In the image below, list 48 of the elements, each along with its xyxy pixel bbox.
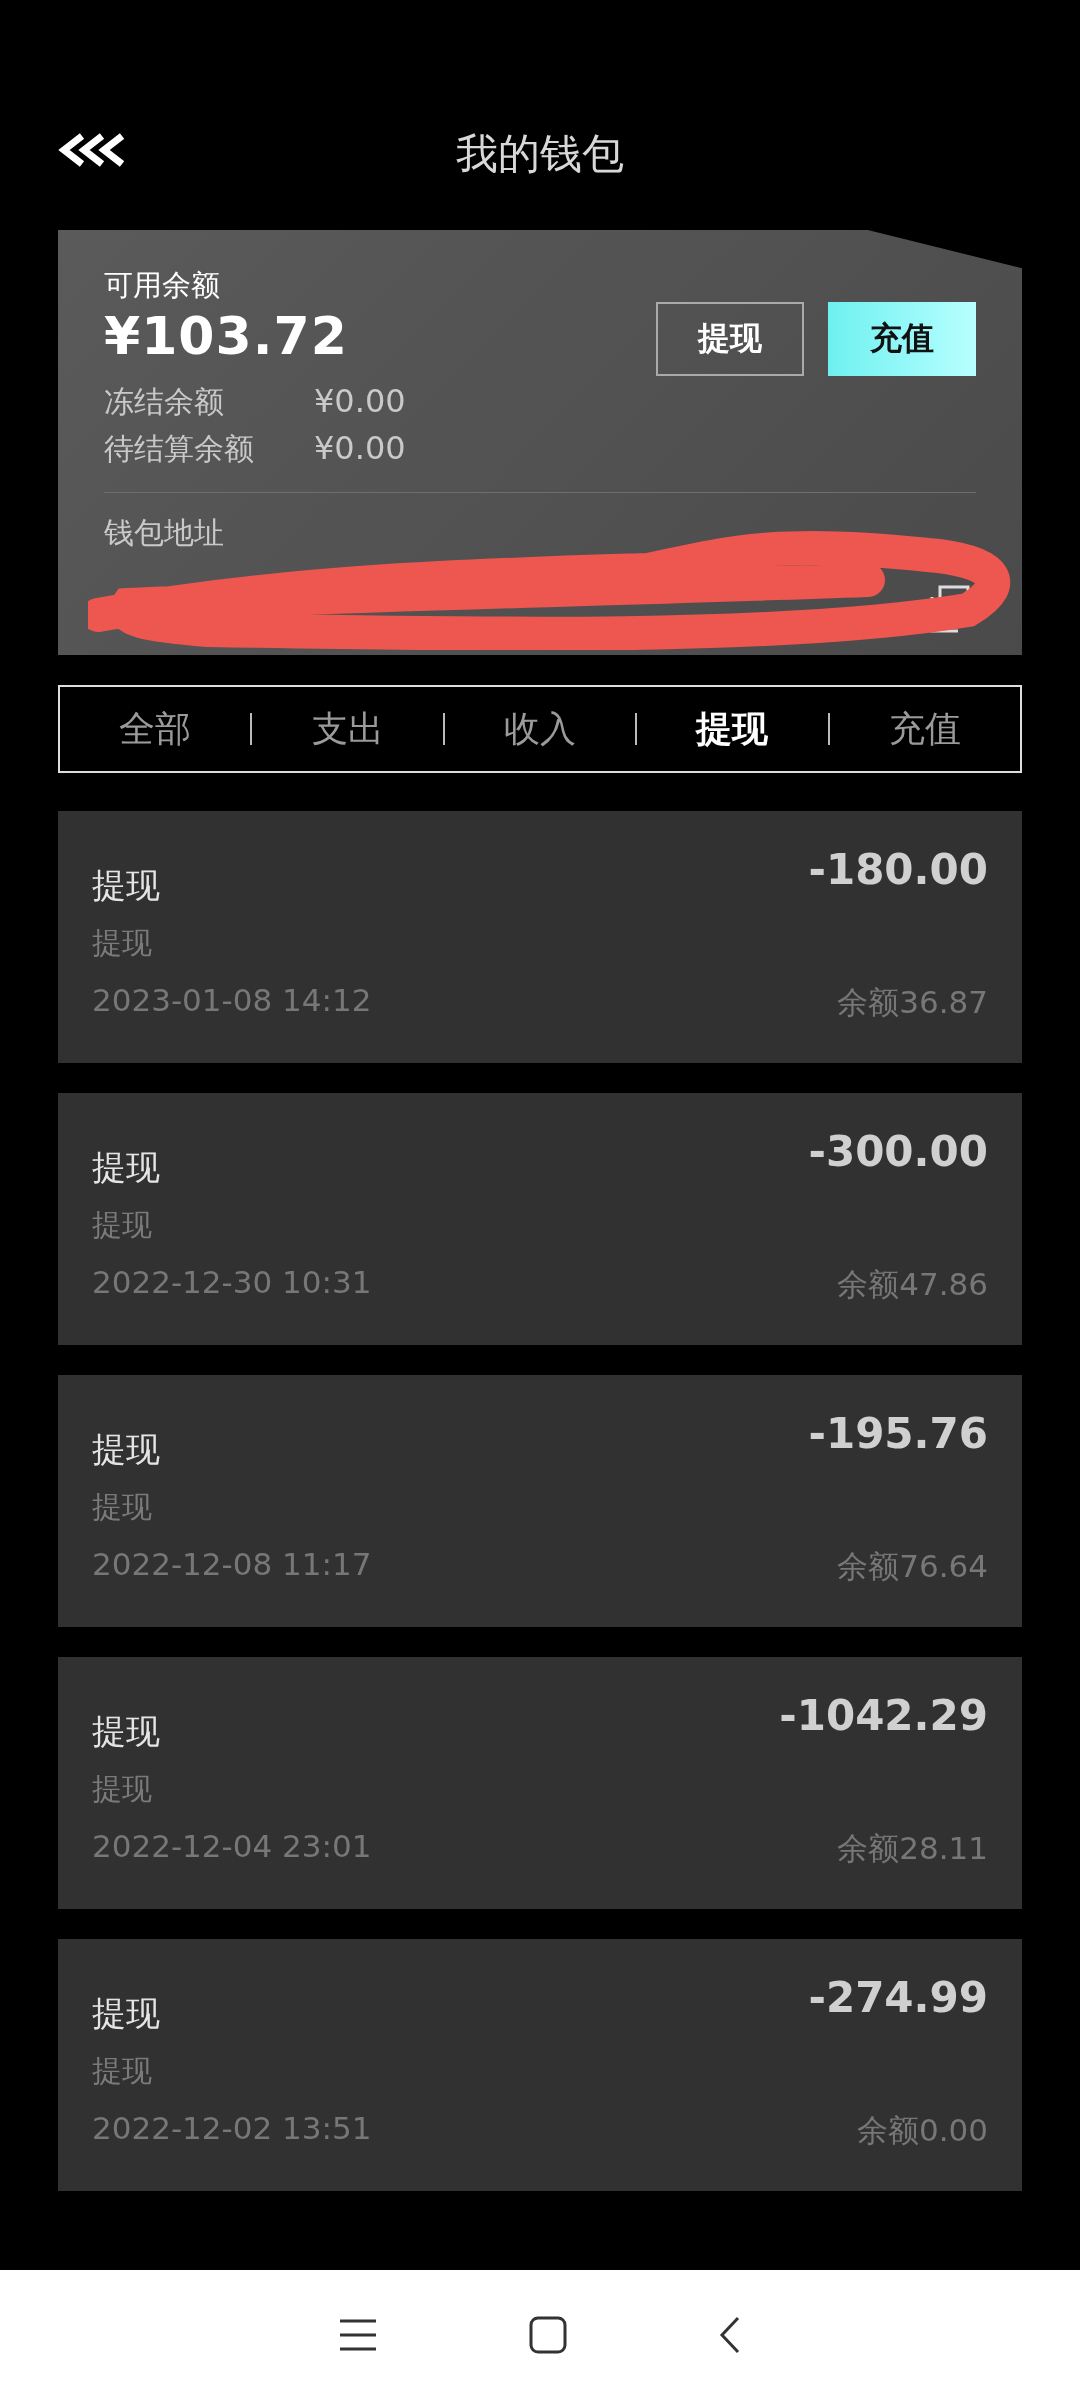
back-button[interactable] <box>58 132 124 168</box>
record-amount: -180.00 <box>808 845 988 894</box>
record-amount: -1042.29 <box>779 1691 988 1740</box>
filter-tab[interactable]: 提现 <box>637 703 828 755</box>
record-amount: -300.00 <box>808 1127 988 1176</box>
record-amount: -195.76 <box>808 1409 988 1458</box>
record-title: 提现 <box>92 1146 160 1189</box>
square-icon <box>528 2315 568 2355</box>
balance-value: ¥0.00 <box>314 429 406 469</box>
record-type: 提现 <box>92 1206 153 1244</box>
record-title: 提现 <box>92 1992 160 2035</box>
balance-label: 冻结余额 <box>104 383 225 421</box>
record-type: 提现 <box>92 2052 153 2090</box>
record-time: 2022-12-30 10:31 <box>92 1264 372 1300</box>
record-type: 提现 <box>92 1488 153 1526</box>
record-balance: 余额36.87 <box>837 983 988 1022</box>
record-amount: -274.99 <box>808 1973 988 2022</box>
filter-tab[interactable]: 充值 <box>829 703 1021 755</box>
record-time: 2022-12-08 11:17 <box>92 1546 372 1582</box>
withdraw-button[interactable]: 提现 <box>656 302 804 376</box>
available-amount: ¥103.72 <box>104 306 348 366</box>
filter-tab[interactable]: 收入 <box>444 703 636 755</box>
record-type: 提现 <box>92 924 153 962</box>
triple-chevron-icon <box>58 132 124 168</box>
record-balance: 余额0.00 <box>856 2111 988 2150</box>
record-balance: 余额47.86 <box>837 1265 988 1304</box>
available-label: 可用余额 <box>104 267 221 304</box>
record-type: 提现 <box>92 1770 153 1808</box>
filter-tab[interactable]: 支出 <box>252 703 443 755</box>
record-title: 提现 <box>92 1710 160 1753</box>
record-balance: 余额28.11 <box>837 1829 988 1868</box>
record-title: 提现 <box>92 864 160 907</box>
record-title: 提现 <box>92 1428 160 1471</box>
balance-value: ¥0.00 <box>314 382 406 422</box>
menu-button[interactable] <box>338 2317 378 2353</box>
chevron-left-icon <box>718 2315 742 2355</box>
filter-tab[interactable]: 全部 <box>60 703 251 755</box>
home-button[interactable] <box>528 2315 568 2355</box>
record-time: 2022-12-04 23:01 <box>92 1828 372 1864</box>
page-title: 我的钱包 <box>456 128 624 180</box>
menu-icon <box>338 2317 378 2353</box>
balance-label: 待结算余额 <box>104 430 255 468</box>
address-label: 钱包地址 <box>104 514 225 552</box>
back-nav-button[interactable] <box>718 2315 742 2355</box>
record-time: 2023-01-08 14:12 <box>92 982 372 1018</box>
record-time: 2022-12-02 13:51 <box>92 2110 372 2146</box>
record-balance: 余额76.64 <box>837 1547 988 1586</box>
recharge-button[interactable]: 充值 <box>828 302 976 376</box>
